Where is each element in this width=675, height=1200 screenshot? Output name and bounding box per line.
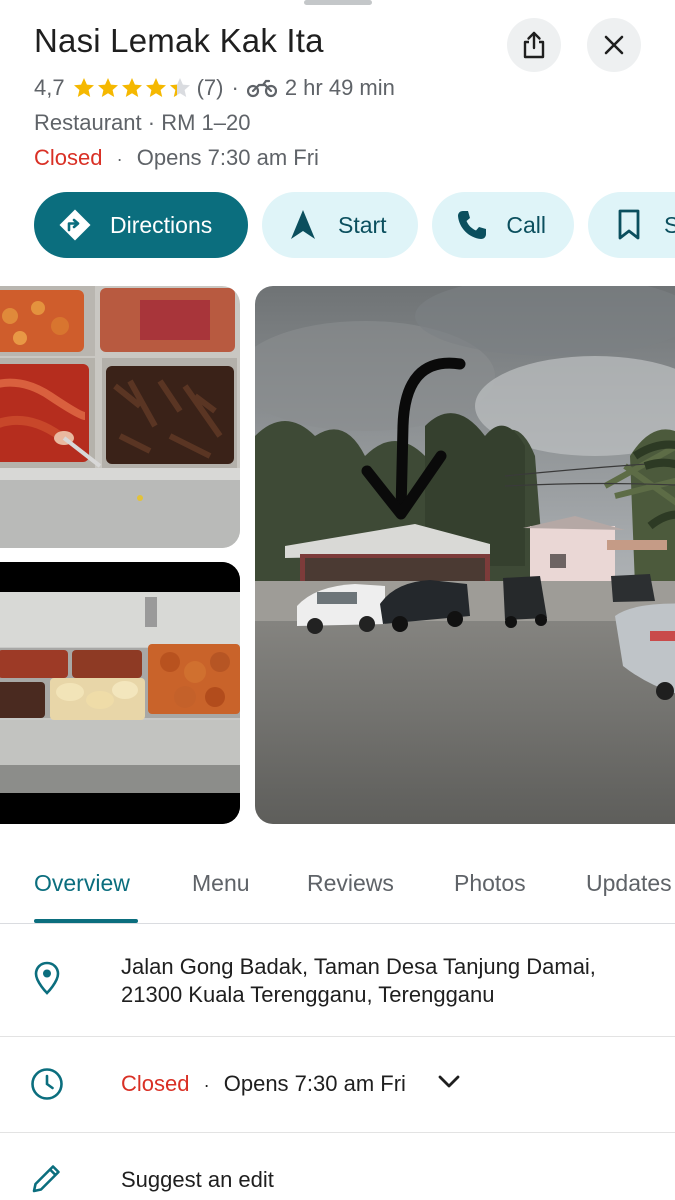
separator-dot: ·	[203, 1075, 210, 1095]
status-closed: Closed	[34, 145, 103, 170]
hours-row[interactable]: Closed · Opens 7:30 am Fri	[0, 1037, 675, 1133]
close-button[interactable]	[587, 18, 641, 72]
price-range: RM 1–20	[161, 110, 251, 135]
tab-overview[interactable]: Overview	[34, 870, 130, 897]
suggest-edit-label: Suggest an edit	[121, 1167, 274, 1192]
address-line-2: 21300 Kuala Terengganu, Terengganu	[121, 982, 495, 1007]
chevron-down-icon[interactable]	[438, 1075, 460, 1094]
tab-updates[interactable]: Updates	[586, 870, 672, 897]
rating-value: 4,7	[34, 75, 65, 100]
suggest-edit-row[interactable]: Suggest an edit	[0, 1133, 675, 1200]
category: Restaurant	[34, 110, 142, 135]
travel-time: 2 hr 49 min	[284, 75, 395, 100]
street-view-photo[interactable]	[255, 286, 675, 824]
hours-status: Closed	[121, 1071, 190, 1096]
rating-row[interactable]: 4,7 (7) · 2 hr 49 min	[34, 74, 395, 102]
directions-label: Directions	[110, 211, 213, 238]
hours-summary: Closed · Opens 7:30 am Fri	[34, 145, 319, 171]
tab-reviews[interactable]: Reviews	[307, 870, 394, 897]
directions-button[interactable]: Directions	[34, 192, 248, 258]
opens-time: Opens 7:30 am Fri	[136, 145, 319, 170]
address-line-1: Jalan Gong Badak, Taman Desa Tanjung Dam…	[121, 954, 596, 979]
motorcycle-icon	[246, 79, 277, 98]
review-count: (7)	[196, 75, 224, 100]
drag-handle[interactable]	[304, 0, 372, 5]
start-button[interactable]: Start	[262, 192, 418, 258]
separator-dot: ·	[231, 75, 239, 100]
bookmark-icon	[612, 208, 646, 242]
address-text: Jalan Gong Badak, Taman Desa Tanjung Dam…	[121, 953, 596, 1009]
photo-gallery[interactable]	[0, 286, 675, 824]
food-photo-buffet[interactable]	[0, 562, 240, 824]
clock-icon	[30, 1067, 64, 1101]
hours-opens: Opens 7:30 am Fri	[223, 1071, 406, 1096]
separator-dot: ·	[147, 110, 156, 135]
tab-menu[interactable]: Menu	[192, 870, 250, 897]
share-button[interactable]	[507, 18, 561, 72]
hours-text: Closed · Opens 7:30 am Fri	[121, 1070, 406, 1099]
save-button[interactable]: S	[588, 192, 675, 258]
action-chips: Directions Start Call S	[34, 192, 675, 258]
food-photo-trays[interactable]	[0, 286, 240, 548]
start-label: Start	[338, 211, 387, 238]
close-icon	[604, 35, 624, 55]
category-row: Restaurant · RM 1–20	[34, 110, 250, 136]
share-icon	[523, 31, 545, 59]
tab-bar: Overview Menu Reviews Photos Updates	[0, 852, 675, 924]
navigation-arrow-icon	[286, 208, 320, 242]
address-row[interactable]: Jalan Gong Badak, Taman Desa Tanjung Dam…	[0, 925, 675, 1037]
star-rating	[73, 77, 191, 99]
tab-photos[interactable]: Photos	[454, 870, 526, 897]
call-label: Call	[506, 211, 546, 238]
save-label: S	[664, 211, 675, 238]
directions-icon	[58, 208, 92, 242]
phone-icon	[456, 208, 488, 242]
place-sheet: Nasi Lemak Kak Ita 4,7 (7) · 2 hr 49 min…	[0, 0, 675, 1200]
place-title: Nasi Lemak Kak Ita	[34, 22, 324, 59]
separator-dot: ·	[116, 149, 123, 169]
location-pin-icon	[30, 961, 64, 995]
pencil-icon	[30, 1161, 64, 1195]
active-tab-indicator	[34, 919, 138, 923]
call-button[interactable]: Call	[432, 192, 574, 258]
